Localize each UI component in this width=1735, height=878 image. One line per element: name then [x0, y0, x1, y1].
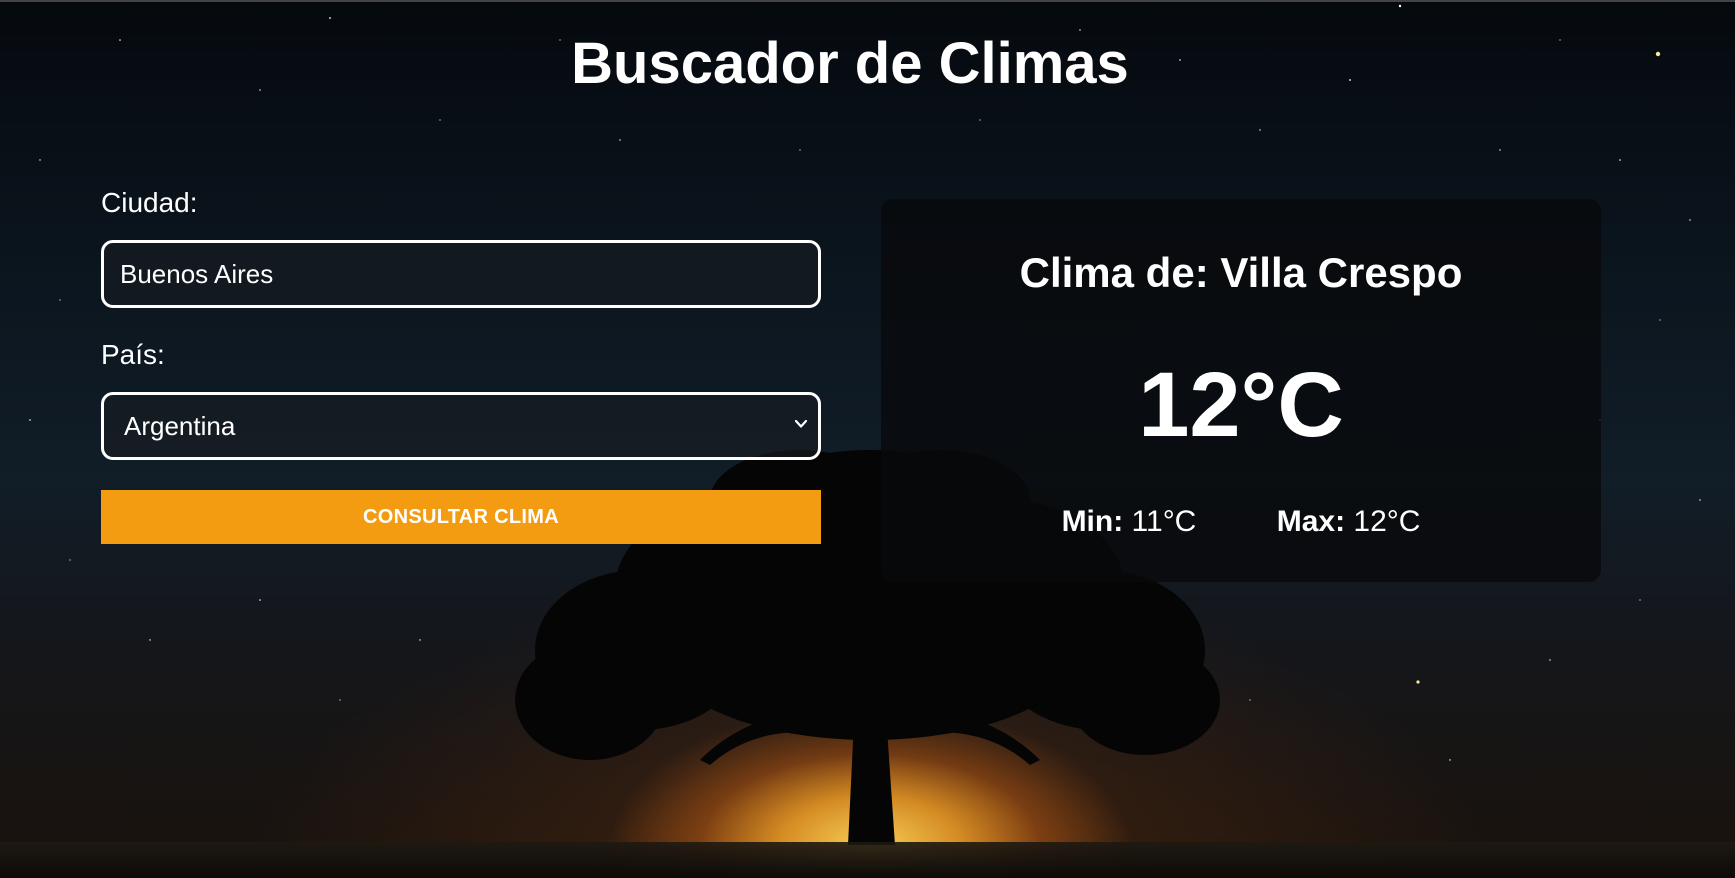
page-title: Buscador de Climas — [571, 31, 1129, 96]
result-title: Clima de: Villa Crespo — [1019, 249, 1463, 296]
country-label: País: — [101, 339, 165, 370]
city-label: Ciudad: — [101, 187, 198, 218]
country-select[interactable]: Argentina — [101, 392, 821, 460]
grass-ground — [0, 842, 1735, 878]
min-label: Min: — [1061, 505, 1124, 538]
min-value: 11°C — [1131, 505, 1197, 538]
max-value: 12°C — [1353, 505, 1421, 538]
consultar-clima-button[interactable]: CONSULTAR CLIMA — [101, 490, 821, 544]
country-select-wrapper: Argentina — [101, 392, 821, 460]
weather-result-card: Clima de: Villa Crespo 12°C Min: 11°C Ma… — [881, 199, 1601, 582]
min-temperature: Min: 11°C — [1062, 504, 1197, 540]
current-temperature: 12°C — [1138, 354, 1344, 456]
min-max-row: Min: 11°C Max: 12°C — [881, 504, 1601, 540]
max-label: Max: — [1276, 505, 1346, 538]
weather-search-form: Ciudad: País: Argentina CONSULTAR CLIMA — [101, 186, 821, 544]
city-input[interactable] — [101, 240, 821, 308]
chevron-down-icon — [794, 419, 808, 428]
max-temperature: Max: 12°C — [1277, 504, 1421, 540]
